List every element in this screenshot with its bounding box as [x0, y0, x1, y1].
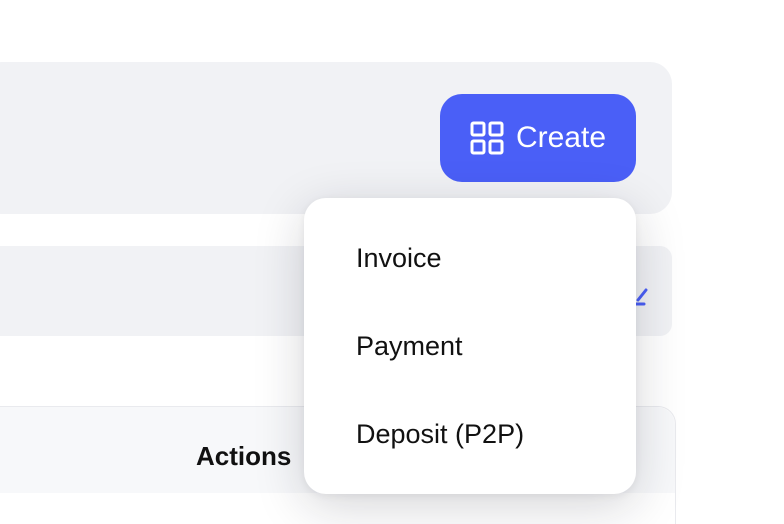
menu-item-deposit-p2p[interactable]: Deposit (P2P)	[304, 390, 636, 478]
menu-item-invoice[interactable]: Invoice	[304, 214, 636, 302]
create-button-label: Create	[515, 121, 607, 154]
menu-item-payment[interactable]: Payment	[304, 302, 636, 390]
page: Create Actions Invoice Payment Deposit (…	[0, 0, 784, 524]
column-header-actions: Actions	[196, 441, 292, 471]
grid-icon	[470, 121, 504, 155]
create-button[interactable]: Create	[440, 94, 636, 182]
create-dropdown-menu: Invoice Payment Deposit (P2P)	[304, 198, 636, 494]
